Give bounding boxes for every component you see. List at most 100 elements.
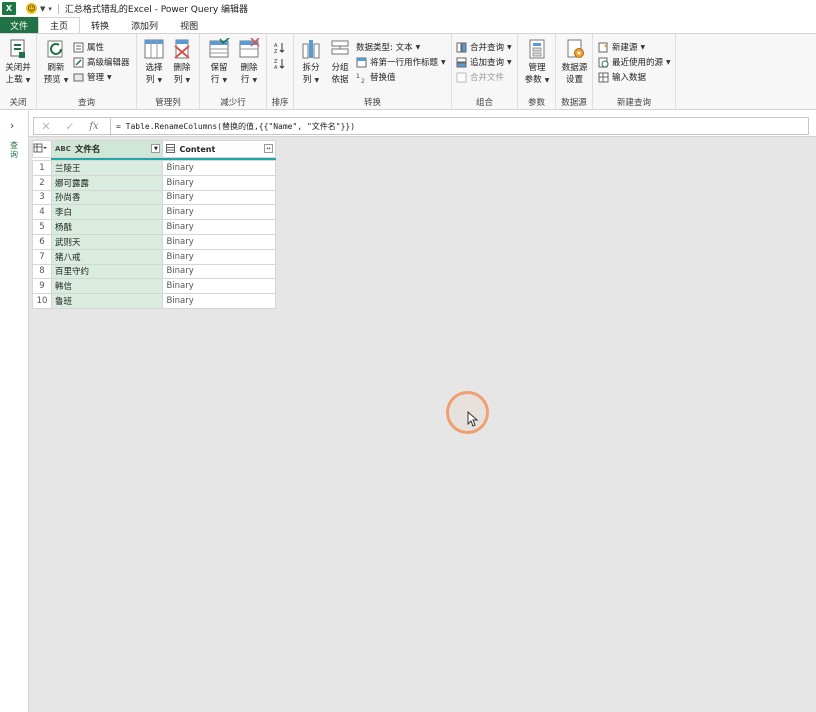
choose-columns-button[interactable]: 选择 列 ▼	[141, 38, 167, 87]
row-number[interactable]: 1	[32, 160, 52, 176]
recent-sources-icon	[598, 57, 609, 68]
svg-text:A: A	[274, 65, 278, 69]
manage-parameters-button[interactable]: 管理 参数 ▼	[522, 38, 552, 87]
row-number[interactable]: 2	[32, 174, 52, 191]
cell-content-binary[interactable]: Binary	[162, 278, 276, 295]
text-type-icon[interactable]: ABC	[55, 145, 71, 153]
cell-filename[interactable]: 百里守约	[50, 263, 164, 280]
advanced-editor-icon	[73, 57, 84, 68]
formula-bar: ✕ ✓ fx = Table.RenameColumns(替换的值,{{"Nam…	[29, 111, 816, 137]
tab-home[interactable]: 主页	[38, 17, 81, 33]
row-number[interactable]: 6	[32, 233, 52, 250]
commit-formula-icon[interactable]: ✓	[58, 120, 82, 133]
cancel-formula-icon[interactable]: ✕	[34, 120, 58, 133]
cell-content-binary[interactable]: Binary	[162, 248, 276, 265]
parameters-icon	[526, 38, 548, 60]
smiley-feedback-icon[interactable]: ☺	[26, 3, 37, 14]
title-separator	[57, 3, 59, 14]
expand-queries-chevron-icon[interactable]: ›	[10, 119, 14, 132]
cell-content-binary[interactable]: Binary	[162, 263, 276, 280]
tab-transform[interactable]: 转换	[80, 17, 120, 33]
cell-filename[interactable]: 猪八戒	[50, 248, 164, 265]
replace-values-button[interactable]: 12 替换值	[356, 70, 396, 85]
append-queries-icon	[456, 57, 467, 68]
combine-files-button[interactable]: 合并文件	[456, 70, 504, 84]
row-number[interactable]: 4	[32, 204, 52, 221]
refresh-preview-button[interactable]: 刷新 预览 ▼	[41, 38, 71, 87]
append-queries-button[interactable]: 追加查询 ▼	[456, 55, 512, 69]
keep-rows-button[interactable]: 保留 行 ▼	[205, 36, 233, 87]
cell-content-binary[interactable]: Binary	[162, 293, 276, 309]
use-first-row-as-headers-button[interactable]: 将第一行用作标题 ▼	[356, 55, 446, 69]
table-row: 10 鲁班 Binary	[32, 293, 276, 309]
replace-values-icon: 12	[356, 72, 367, 85]
column-header-filename[interactable]: ABC 文件名 ▼	[50, 140, 164, 158]
group-label-query: 查询	[77, 98, 95, 108]
refresh-icon	[45, 38, 67, 60]
svg-text:✦: ✦	[603, 43, 608, 50]
column-header-content[interactable]: Content ↔	[162, 140, 276, 158]
sort-ascending-button[interactable]: AZ	[274, 40, 288, 55]
cell-filename[interactable]: 韩信	[50, 278, 164, 295]
tab-add-column[interactable]: 添加列	[120, 17, 169, 33]
cell-filename[interactable]: 兰陵王	[50, 160, 164, 176]
table-row: 2 娜可露露 Binary	[32, 174, 276, 191]
row-number[interactable]: 7	[32, 248, 52, 265]
cell-filename[interactable]: 鲁班	[50, 293, 164, 309]
table-type-icon[interactable]	[166, 143, 176, 155]
cell-filename[interactable]: 武则天	[50, 233, 164, 250]
cell-content-binary[interactable]: Binary	[162, 189, 276, 206]
enter-data-button[interactable]: 输入数据	[598, 70, 646, 84]
cell-content-binary[interactable]: Binary	[162, 233, 276, 250]
close-load-icon	[7, 38, 29, 60]
row-number[interactable]: 3	[32, 189, 52, 206]
remove-rows-button[interactable]: 删除 行 ▼	[235, 37, 263, 87]
filter-dropdown-icon[interactable]: ▼	[151, 144, 161, 153]
queries-pane-label[interactable]: 查询	[9, 141, 19, 159]
manage-query-button[interactable]: 管理 ▼	[73, 70, 112, 84]
cell-content-binary[interactable]: Binary	[162, 160, 276, 176]
cell-filename[interactable]: 娜可露露	[50, 174, 164, 191]
expand-column-icon[interactable]: ↔	[264, 144, 273, 153]
excel-icon: X	[2, 2, 16, 15]
row-number[interactable]: 10	[32, 293, 52, 309]
cell-filename[interactable]: 孙尚香	[50, 189, 164, 206]
data-type-dropdown[interactable]: 数据类型: 文本 ▼	[356, 40, 420, 54]
table-menu-corner[interactable]	[32, 140, 52, 158]
row-number[interactable]: 8	[32, 263, 52, 280]
advanced-editor-button[interactable]: 高级编辑器	[73, 55, 130, 69]
group-manage-columns: 选择 列 ▼ 删除 列 ▼ 管理列	[137, 34, 200, 110]
customize-toolbar-icon[interactable]: ▾	[48, 5, 52, 13]
formula-input[interactable]: = Table.RenameColumns(替换的值,{{"Name", "文件…	[116, 121, 355, 132]
tab-file[interactable]: 文件	[0, 17, 39, 33]
recent-sources-button[interactable]: 最近使用的源 ▼	[598, 55, 671, 69]
group-label-manage-columns: 管理列	[155, 98, 181, 108]
cell-content-binary[interactable]: Binary	[162, 174, 276, 191]
quick-access-dropdown-icon[interactable]: ▼	[40, 5, 45, 13]
mouse-cursor-icon	[467, 411, 479, 427]
cell-content-binary[interactable]: Binary	[162, 219, 276, 235]
enter-data-icon	[598, 72, 609, 83]
merge-queries-button[interactable]: 合并查询 ▼	[456, 40, 512, 54]
svg-text:2: 2	[361, 78, 365, 83]
table-row: 4 李白 Binary	[32, 204, 276, 221]
close-and-load-button[interactable]: 关闭并 上载 ▼	[3, 38, 33, 87]
cell-filename[interactable]: 李白	[50, 204, 164, 221]
formula-divider	[110, 118, 111, 134]
group-label-new-query: 新建查询	[616, 98, 651, 108]
choose-columns-icon	[143, 38, 165, 60]
data-source-settings-button[interactable]: 数据源 设置	[559, 38, 590, 86]
row-number[interactable]: 5	[32, 219, 52, 235]
properties-button[interactable]: 属性	[73, 40, 104, 54]
data-preview-area: ABC 文件名 ▼ Content ↔ 1 兰陵王 Binary 2 娜可露露 …	[29, 137, 816, 712]
row-number[interactable]: 9	[32, 278, 52, 295]
fx-icon[interactable]: fx	[82, 121, 106, 132]
remove-columns-button[interactable]: 删除 列 ▼	[169, 38, 195, 87]
cell-filename[interactable]: 杨戬	[50, 219, 164, 235]
tab-view[interactable]: 视图	[169, 17, 209, 33]
split-column-button[interactable]: 拆分 列 ▼	[298, 38, 324, 87]
sort-descending-button[interactable]: ZA	[274, 56, 288, 71]
new-source-button[interactable]: ✦ 新建源 ▼	[598, 40, 645, 54]
cell-content-binary[interactable]: Binary	[162, 204, 276, 221]
group-by-button[interactable]: 分组 依据	[327, 38, 353, 86]
